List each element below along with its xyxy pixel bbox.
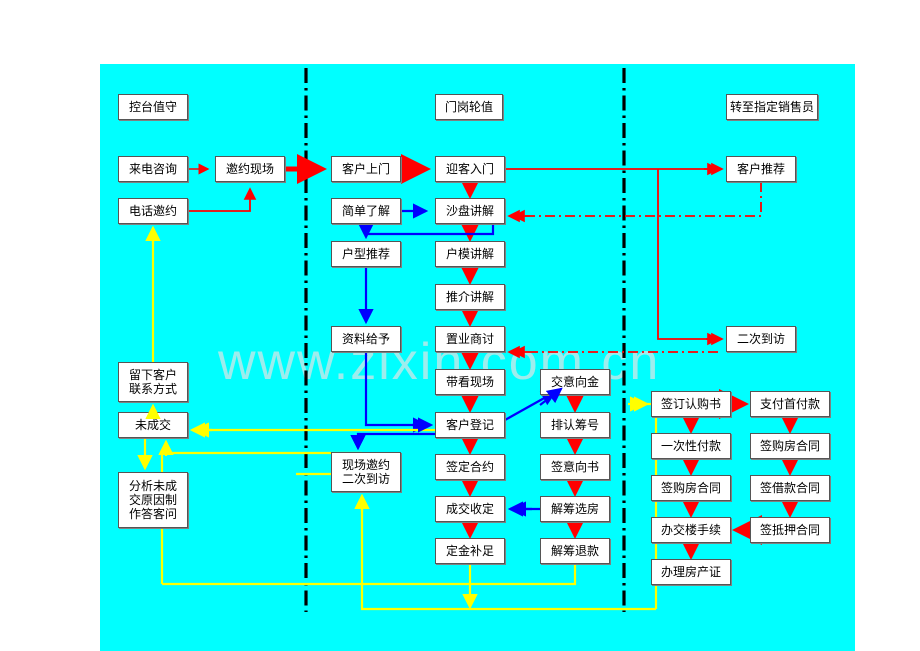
connector-overlay: [137, 162, 724, 610]
diagram-root: www.zixin.com.cn 控台值守 门岗轮值 转至指定销售员 来电咨询 …: [0, 0, 920, 651]
diagram-canvas: www.zixin.com.cn 控台值守 门岗轮值 转至指定销售员 来电咨询 …: [100, 64, 855, 651]
overlay-arrow-intent-money-blue-in: [539, 387, 563, 406]
